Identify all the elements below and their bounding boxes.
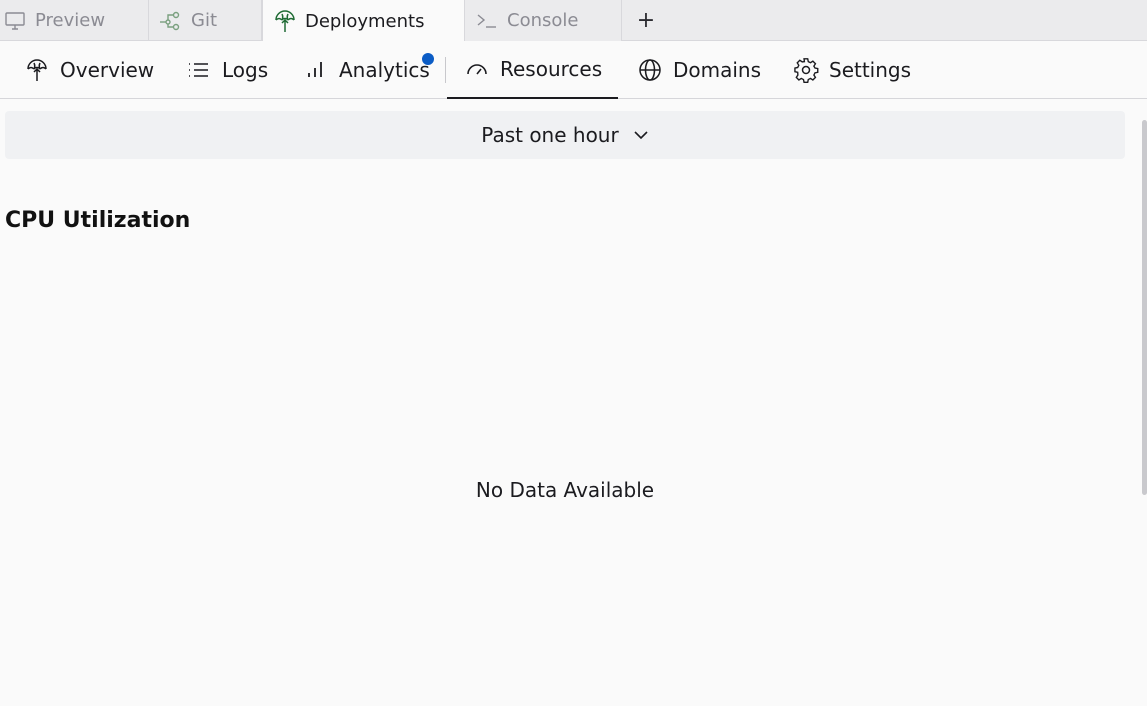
globe-icon: [637, 57, 663, 83]
list-icon: [186, 57, 212, 83]
subnav-settings-label: Settings: [829, 58, 912, 82]
subnav-resources-label: Resources: [500, 57, 603, 81]
tab-console[interactable]: Console: [465, 0, 622, 41]
subnav-divider: [445, 57, 446, 83]
deployments-icon: [273, 9, 297, 33]
tab-deployments[interactable]: Deployments: [262, 0, 465, 42]
subnav-analytics-label: Analytics: [339, 58, 430, 82]
subnav-domains-label: Domains: [673, 58, 762, 82]
section-title: CPU Utilization: [5, 208, 191, 233]
tab-preview-label: Preview: [35, 10, 106, 31]
subnav-logs[interactable]: Logs: [186, 41, 268, 99]
subnav-analytics[interactable]: Analytics: [303, 41, 430, 99]
empty-state-text: No Data Available: [475, 478, 655, 502]
time-range-value: Past one hour: [481, 123, 619, 147]
tab-git-label: Git: [191, 10, 218, 31]
workspace-tab-bar: Preview Git Deployments Console +: [0, 0, 1147, 42]
deployment-subnav: Overview Logs Analytics Resources Domain…: [0, 41, 1147, 99]
chevron-down-icon: [633, 130, 649, 140]
subnav-domains[interactable]: Domains: [637, 41, 761, 99]
scrollbar[interactable]: [1142, 120, 1147, 495]
subnav-resources[interactable]: Resources: [447, 41, 618, 99]
plus-icon: +: [636, 8, 656, 33]
subnav-settings[interactable]: Settings: [793, 41, 911, 99]
new-tab-button[interactable]: +: [622, 0, 670, 41]
bar-chart-icon: [303, 57, 329, 83]
notification-dot: [422, 53, 434, 65]
subnav-overview-label: Overview: [60, 58, 155, 82]
time-range-select[interactable]: Past one hour: [5, 111, 1125, 159]
terminal-icon: [475, 9, 499, 33]
deployments-icon: [24, 57, 50, 83]
tab-console-label: Console: [507, 10, 579, 31]
subnav-overview[interactable]: Overview: [24, 41, 154, 99]
tab-preview[interactable]: Preview: [0, 0, 149, 41]
gauge-icon: [464, 56, 490, 82]
git-branch-icon: [159, 9, 183, 33]
gear-icon: [793, 57, 819, 83]
tab-deployments-label: Deployments: [305, 10, 425, 32]
monitor-icon: [3, 9, 27, 33]
subnav-logs-label: Logs: [222, 58, 269, 82]
tab-git[interactable]: Git: [149, 0, 262, 41]
